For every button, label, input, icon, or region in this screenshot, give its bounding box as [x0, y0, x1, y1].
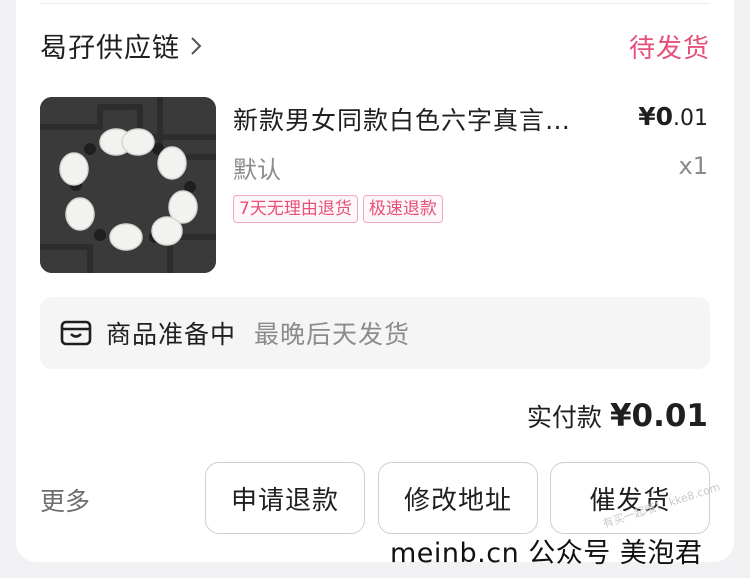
watermark: meinb.cn 公众号 美泡君	[390, 538, 703, 569]
payment-amount: ¥0.01	[609, 398, 708, 434]
chevron-right-icon	[191, 36, 202, 55]
price-main: ¥0	[638, 102, 673, 131]
product-title[interactable]: 新款男女同款白色六字真言…	[233, 101, 571, 137]
shipping-note: 最晚后天发货	[254, 320, 411, 349]
product-image[interactable]	[40, 97, 216, 273]
more-button[interactable]: 更多	[40, 482, 90, 518]
shipping-title: 商品准备中	[106, 320, 237, 349]
price-decimal: .01	[673, 106, 708, 131]
product-quantity: x1	[678, 152, 708, 180]
bracelet-photo-icon	[40, 97, 216, 273]
shop-header[interactable]: 曷孖供应链	[40, 26, 204, 65]
package-icon	[60, 320, 92, 346]
payment-label: 实付款	[526, 403, 602, 432]
product-price: ¥0.01	[638, 102, 708, 131]
shop-name[interactable]: 曷孖供应链	[40, 26, 180, 65]
product-spec: 默认	[233, 156, 281, 184]
tag-fast-refund: 极速退款	[362, 195, 443, 223]
request-refund-button[interactable]: 申请退款	[205, 462, 365, 534]
payment-summary: 实付款 ¥0.01	[527, 398, 708, 434]
service-tags: 7天无理由退货 极速退款	[233, 195, 443, 223]
modify-address-button[interactable]: 修改地址	[378, 462, 538, 534]
tag-7day-return: 7天无理由退货	[233, 195, 358, 223]
divider	[40, 3, 710, 4]
order-status: 待发货	[628, 34, 710, 64]
shipping-status-box[interactable]: 商品准备中 最晚后天发货	[40, 297, 710, 369]
